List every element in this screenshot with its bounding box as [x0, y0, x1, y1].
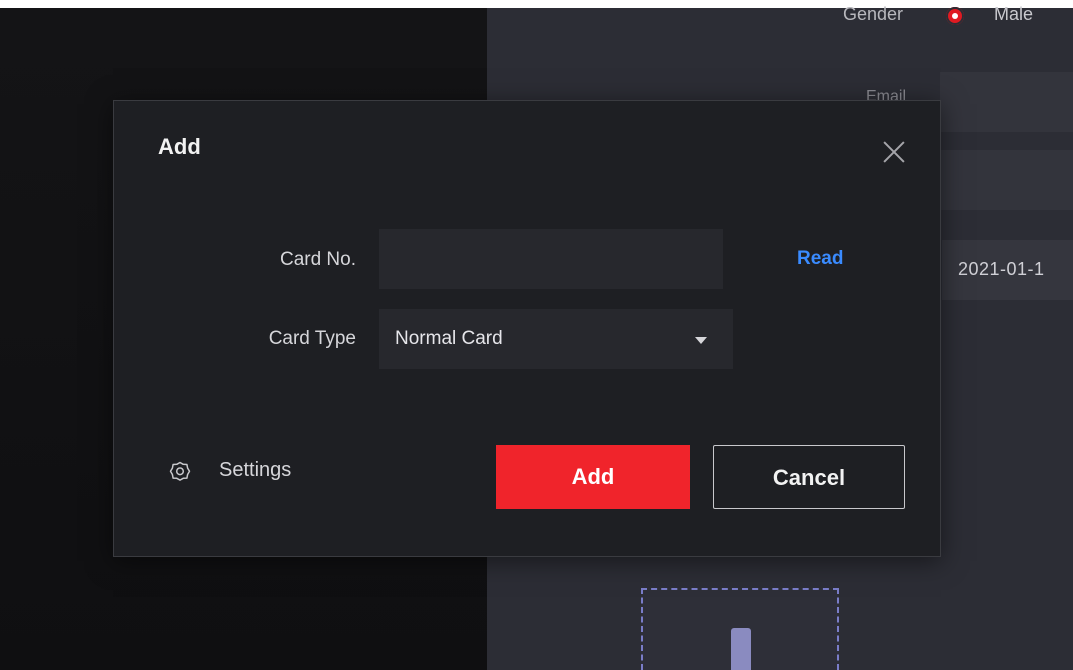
card-no-input[interactable]: [379, 229, 723, 289]
add-button[interactable]: Add: [496, 445, 690, 509]
card-type-selected-value: Normal Card: [395, 328, 503, 349]
window-top-edge: [0, 0, 1073, 8]
photo-placeholder-figure-icon: [731, 628, 751, 670]
add-card-dialog: Add Card No. Read Card Type Normal Card …: [113, 100, 941, 557]
dialog-title: Add: [158, 134, 201, 159]
chevron-down-icon: [695, 337, 707, 344]
card-type-label: Card Type: [268, 328, 356, 349]
cancel-button[interactable]: Cancel: [713, 445, 905, 509]
gender-male-label: Male: [994, 4, 1034, 24]
gear-icon: [169, 461, 191, 481]
close-icon[interactable]: [883, 141, 905, 163]
gender-label: Gender: [843, 4, 904, 24]
date-value: 2021-01-1: [958, 259, 1045, 279]
read-card-link[interactable]: Read: [797, 248, 843, 270]
background-email-input[interactable]: [940, 72, 1073, 132]
settings-label: Settings: [219, 459, 292, 481]
background-field-input[interactable]: [940, 150, 1073, 210]
card-no-label: Card No.: [279, 249, 356, 270]
radio-selected-dot: [952, 13, 958, 19]
card-type-select[interactable]: Normal Card: [379, 309, 733, 369]
